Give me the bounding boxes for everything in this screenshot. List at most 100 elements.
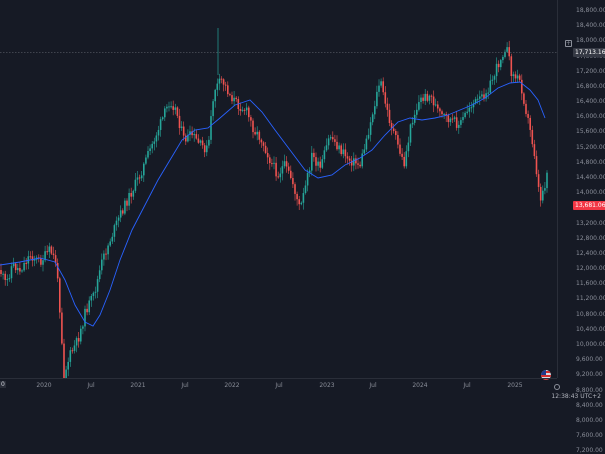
candle-body [241,109,244,111]
price-tick-label: 14,400.00 [576,173,605,181]
time-tick-label: 2023 [319,382,335,389]
candle-body [40,258,42,265]
candle-body [411,122,414,125]
candle-body [258,131,261,140]
candle-body [382,81,384,93]
time-tick-label: Jul [181,382,189,389]
candle-body [65,369,67,378]
candle-body [113,225,116,237]
candle-body [124,200,126,214]
candle-body [294,184,296,194]
candle-body [327,138,330,146]
candle-body [544,188,546,191]
candle-body [319,161,321,168]
candle-body [239,108,242,111]
price-tick-label: 14,800.00 [576,158,605,166]
last-price-badge: 13,681.06 [573,200,605,210]
candle-body [159,119,162,130]
price-tick-label: 16,400.00 [576,98,605,106]
candle-body [174,107,177,110]
time-scale[interactable]: 2020 Jul 2021 Jul 2022 Jul 2023 Jul 2024 Jul 2025 [0,378,557,394]
candle-body [235,97,237,100]
candle-body [384,92,387,104]
candle-body [231,95,233,102]
candle-body [59,278,61,313]
candle-body [504,51,506,57]
candle-body [29,256,32,258]
price-tick-label: 16,800.00 [576,82,605,90]
candle-body [357,163,359,165]
price-tick-label: 11,200.00 [576,295,605,303]
candle-body [193,134,195,136]
candle-body [336,141,338,150]
candle-body [136,177,139,180]
price-tick-label: 18,400.00 [576,22,605,30]
candle-body [17,268,19,271]
time-tick-label: 2022 [224,382,240,389]
candle-body [82,326,84,329]
candle-body [487,92,489,94]
candle-body [371,114,374,123]
candle-body [361,153,363,167]
crosshair-price-badge: 17,713.16 [573,47,605,57]
candle-body [262,142,265,146]
candle-body [199,140,202,143]
candle-body [329,137,332,139]
candle-body [210,116,212,140]
price-tick-label: 13,200.00 [576,219,605,227]
candle-body [52,253,55,256]
candle-body [275,162,277,177]
candle-body [63,343,65,378]
candle-body [468,107,471,112]
candle-body [107,245,109,255]
candle-body [96,279,99,292]
candle-body [462,117,464,121]
candle-body [130,192,132,197]
candle-body [218,78,221,84]
candle-body [25,262,27,264]
candle-body [304,185,307,194]
price-tick-label: 12,000.00 [576,265,605,273]
candle-body [481,94,483,97]
price-scale[interactable]: 18,800.0018,400.0018,000.0017,600.0017,2… [557,0,605,454]
candle-body [67,361,69,370]
price-tick-label: 12,400.00 [576,249,605,257]
candle-body [245,107,248,111]
candle-body [479,96,481,99]
candle-body [359,164,361,167]
candle-body [109,241,111,246]
candle-body [264,145,267,153]
candle-body [470,107,473,109]
plus-icon[interactable]: + [565,40,572,47]
candle-body [164,108,166,118]
candle-body [491,79,494,81]
candle-body [365,138,368,150]
gear-icon[interactable] [554,384,560,390]
candle-body [214,89,216,102]
candle-body [233,97,235,102]
candle-body [374,106,376,115]
candle-body [317,161,319,166]
candle-body [281,166,284,174]
candle-body [161,117,164,120]
candle-body [283,161,286,167]
candle-body [287,166,290,171]
candle-body [460,120,462,125]
candle-body [224,84,227,86]
candle-body [229,94,231,96]
candle-body [296,193,298,200]
candle-body [252,120,254,133]
candle-body [495,63,498,77]
candle-body [500,60,502,68]
time-tick-label: Jul [87,382,95,389]
candle-body [306,172,309,186]
candle-body [325,145,328,151]
candle-body [0,270,2,274]
clock: 12:38:43 UTC+2 [551,393,601,400]
time-origin-label: 0 [0,381,6,388]
candle-body [220,78,223,80]
price-tick-label: 9,200.00 [576,371,603,379]
candle-body [23,262,25,271]
chart-canvas[interactable] [0,0,557,378]
candle-body [348,158,351,161]
